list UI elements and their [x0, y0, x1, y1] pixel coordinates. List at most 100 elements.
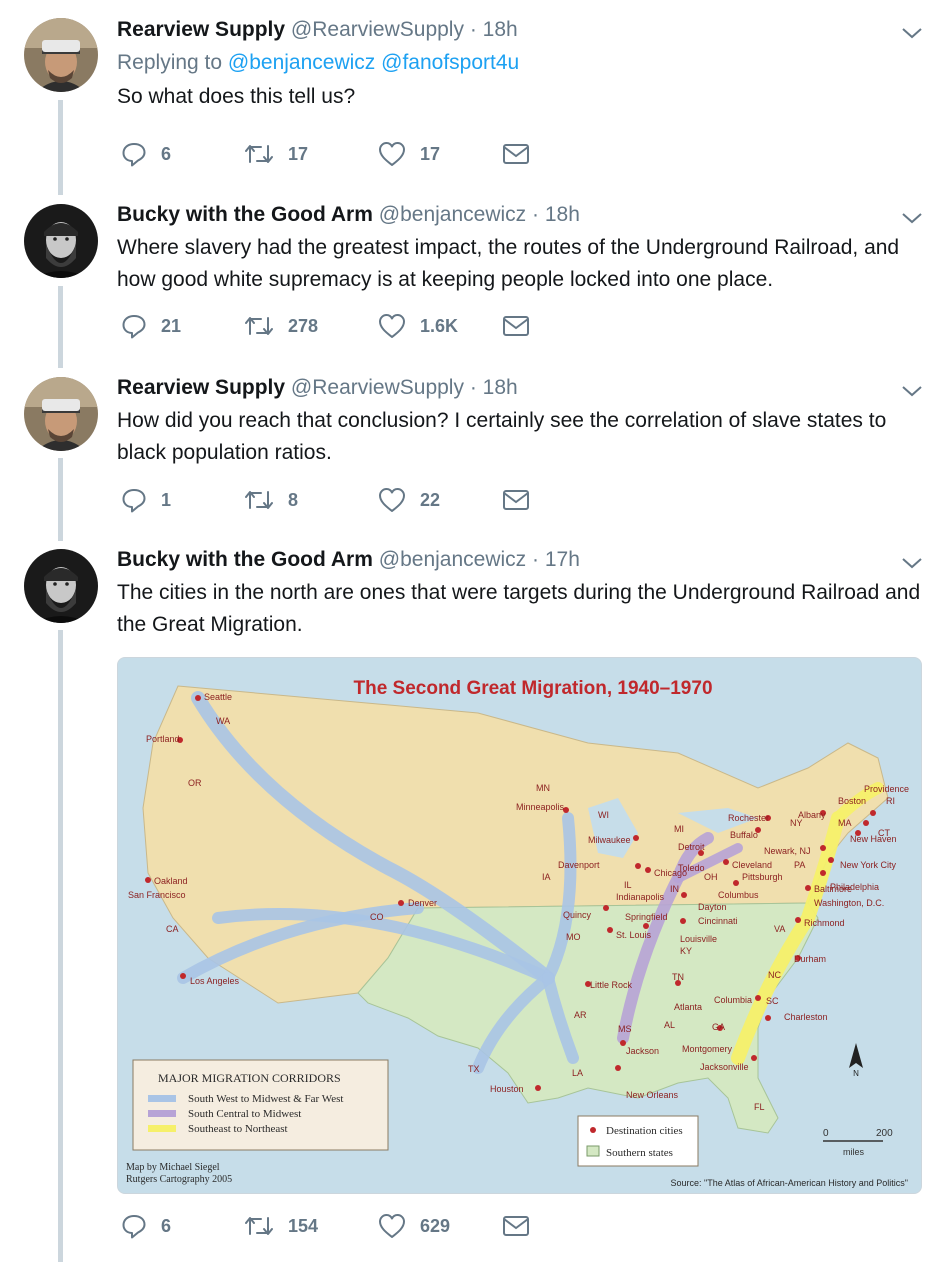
like-button[interactable]: 1.6K [378, 311, 458, 341]
thread-line [58, 286, 63, 368]
city-label: Toledo [678, 863, 705, 873]
city-label: Seattle [204, 692, 232, 702]
retweet-icon [245, 145, 273, 163]
like-button[interactable]: 629 [378, 1211, 450, 1241]
city-label: Jacksonville [700, 1062, 749, 1072]
author-name[interactable]: Bucky with the Good Arm [117, 548, 373, 571]
city-label: Portland [146, 734, 180, 744]
southern-legend: Southern states [606, 1147, 673, 1159]
city-label: Montgomery [682, 1044, 733, 1054]
like-count: 17 [420, 143, 441, 164]
chevron-down-icon[interactable] [900, 206, 924, 230]
map-credit: Map by Michael Siegel [126, 1162, 220, 1173]
state-label: WA [216, 716, 230, 726]
retweet-button[interactable]: 8 [244, 485, 298, 515]
mention-link[interactable]: @benjancewicz [228, 51, 375, 74]
state-label: WI [598, 810, 609, 820]
reply-icon [122, 315, 146, 339]
direct-message-button[interactable] [502, 485, 530, 515]
author-handle[interactable]: @benjancewicz [379, 203, 526, 226]
timestamp[interactable]: 18h [545, 203, 580, 226]
author-handle[interactable]: @RearviewSupply [291, 376, 464, 399]
timestamp[interactable]: 17h [545, 548, 580, 571]
avatar[interactable] [24, 204, 98, 278]
city-label: Buffalo [730, 830, 758, 840]
retweet-count: 154 [288, 1215, 319, 1236]
scale-end: 200 [876, 1128, 893, 1139]
like-button[interactable]: 17 [378, 139, 440, 169]
reply-icon [122, 489, 146, 513]
scale-start: 0 [823, 1128, 829, 1139]
chevron-down-icon[interactable] [900, 21, 924, 45]
city-label: Detroit [678, 842, 705, 852]
tweet-text: How did you reach that conclusion? I cer… [117, 409, 887, 464]
retweet-button[interactable]: 154 [244, 1211, 318, 1241]
author-name[interactable]: Bucky with the Good Arm [117, 203, 373, 226]
avatar[interactable] [24, 549, 98, 623]
author-handle[interactable]: @benjancewicz [379, 548, 526, 571]
envelope-icon [503, 490, 529, 510]
like-button[interactable]: 22 [378, 485, 440, 515]
retweet-count: 17 [288, 143, 309, 164]
retweet-icon [245, 317, 273, 335]
city-label: Milwaukee [588, 835, 631, 845]
heart-icon [379, 488, 405, 512]
city-label: Cleveland [732, 860, 772, 870]
retweet-count: 8 [288, 489, 299, 510]
timestamp[interactable]: 18h [483, 18, 518, 41]
reply-count: 1 [161, 489, 172, 510]
avatar[interactable] [24, 377, 98, 451]
mention-link[interactable]: @fanofsport4u [381, 51, 519, 74]
city-label: Quincy [563, 910, 592, 920]
separator: · [469, 18, 477, 41]
avatar[interactable] [24, 18, 98, 92]
retweet-icon [245, 1217, 273, 1235]
timestamp[interactable]: 18h [483, 376, 518, 399]
city-label: Richmond [804, 918, 845, 928]
reply-button[interactable]: 6 [121, 1211, 171, 1241]
reply-button[interactable]: 1 [121, 485, 171, 515]
tweet-text: Where slavery had the greatest impact, t… [117, 236, 900, 291]
author-name[interactable]: Rearview Supply [117, 376, 285, 399]
reply-button[interactable]: 21 [121, 311, 181, 341]
state-label: TN [672, 972, 684, 982]
destination-legend: Destination cities [606, 1125, 683, 1137]
state-label: KY [680, 946, 692, 956]
separator: · [532, 548, 539, 571]
city-label: Indianapolis [616, 892, 665, 902]
state-label: MI [674, 824, 684, 834]
city-label: Charleston [784, 1012, 828, 1022]
city-label: Pittsburgh [742, 872, 783, 882]
state-label: GA [712, 1022, 725, 1032]
reply-button[interactable]: 6 [121, 139, 171, 169]
state-label: MN [536, 783, 550, 793]
direct-message-button[interactable] [502, 139, 530, 169]
state-label: MA [838, 818, 852, 828]
retweet-button[interactable]: 17 [244, 139, 308, 169]
retweet-button[interactable]: 278 [244, 311, 318, 341]
reply-count: 21 [161, 315, 182, 336]
author-name[interactable]: Rearview Supply [117, 18, 285, 41]
city-label: Louisville [680, 934, 717, 944]
tweet-image[interactable]: The Second Great Migration, 1940–1970 MA… [117, 657, 922, 1194]
direct-message-button[interactable] [502, 1211, 530, 1241]
city-label: San Francisco [128, 890, 186, 900]
author-handle[interactable]: @RearviewSupply [291, 18, 464, 41]
retweet-count: 278 [288, 315, 319, 336]
thread-line [58, 100, 63, 195]
state-label: OR [188, 778, 202, 788]
chevron-down-icon[interactable] [900, 379, 924, 403]
state-label: OH [704, 872, 718, 882]
state-label: MO [566, 932, 581, 942]
city-label: Newark, NJ [764, 846, 811, 856]
city-label: New York City [840, 860, 897, 870]
city-label: Los Angeles [190, 976, 240, 986]
city-label: Rochester [728, 813, 769, 823]
state-label: NC [768, 970, 781, 980]
chevron-down-icon[interactable] [900, 551, 924, 575]
city-label: Providence [864, 784, 909, 794]
city-label: New Orleans [626, 1090, 679, 1100]
state-label: CO [370, 912, 384, 922]
thread-line [58, 630, 63, 1262]
direct-message-button[interactable] [502, 311, 530, 341]
